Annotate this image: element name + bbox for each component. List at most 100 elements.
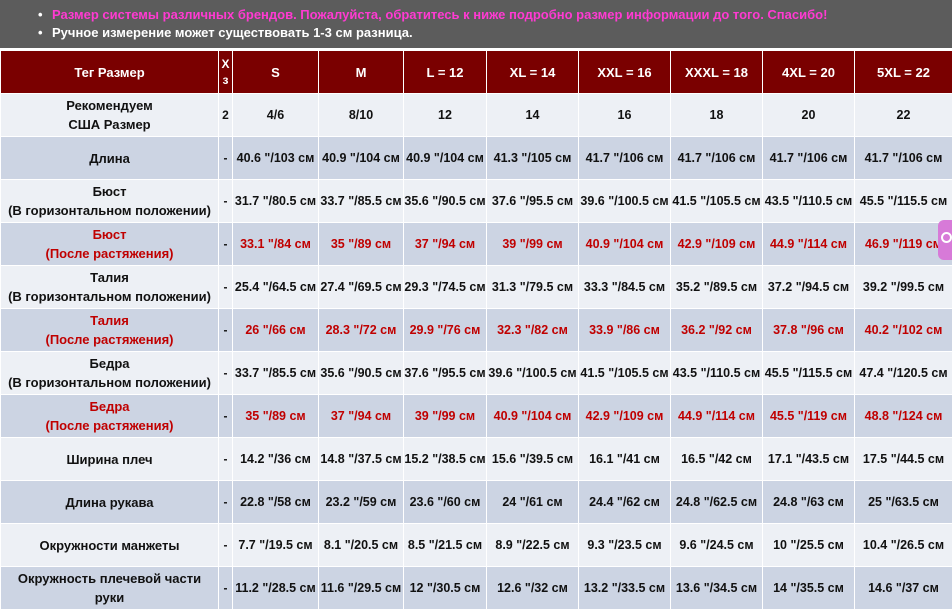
measurement-value: 37.2 "/94.5 см — [763, 266, 855, 309]
measurement-label: Талия(В горизонтальном положении) — [1, 266, 219, 309]
measurement-value: 15.2 "/38.5 см — [404, 438, 487, 481]
measurement-value: 40.9 "/104 см — [487, 395, 579, 438]
measurement-row: Талия(В горизонтальном положении)-25.4 "… — [1, 266, 952, 309]
measurement-label-main: Рекомендуем — [66, 98, 153, 113]
measurement-value: 42.9 "/109 см — [579, 395, 671, 438]
measurement-label: Бедра(В горизонтальном положении) — [1, 352, 219, 395]
measurement-value: 16.1 "/41 см — [579, 438, 671, 481]
measurement-value: 44.9 "/114 см — [763, 223, 855, 266]
xs-size-cell: - — [219, 438, 233, 481]
measurement-label-sub: (После растяжения) — [46, 246, 174, 261]
measurement-value: 8.1 "/20.5 см — [319, 524, 404, 567]
notes-banner: Размер системы различных брендов. Пожалу… — [0, 0, 952, 48]
measurement-value: 37 "/94 см — [319, 395, 404, 438]
xs-size-cell: - — [219, 567, 233, 610]
measurement-value: 33.3 "/84.5 см — [579, 266, 671, 309]
measurement-value: 25.4 "/64.5 см — [233, 266, 319, 309]
xs-size-cell: - — [219, 309, 233, 352]
measurement-value: 14.6 "/37 см — [855, 567, 952, 610]
measurement-label: Бюст(После растяжения) — [1, 223, 219, 266]
measurement-value: 37 "/94 см — [404, 223, 487, 266]
measurement-label: Длина — [1, 137, 219, 180]
measurement-label-main: Окружность плечевой части — [18, 571, 201, 586]
measurement-value: 26 "/66 см — [233, 309, 319, 352]
measurement-value: 8.9 "/22.5 см — [487, 524, 579, 567]
size-header-cell: L = 12 — [404, 51, 487, 94]
brand-size-note: Размер системы различных брендов. Пожалу… — [52, 6, 952, 24]
measurement-value: 16 — [579, 94, 671, 137]
tag-size-header: Тег Размер — [1, 51, 219, 94]
measurement-value: 45.5 "/119 см — [763, 395, 855, 438]
measurement-row: Длина рукава-22.8 "/58 см23.2 "/59 см23.… — [1, 481, 952, 524]
measurement-value: 35 "/89 см — [319, 223, 404, 266]
measurement-row: Длина-40.6 "/103 см40.9 "/104 см40.9 "/1… — [1, 137, 952, 180]
measurement-value: 41.5 "/105.5 см — [671, 180, 763, 223]
measurement-value: 18 — [671, 94, 763, 137]
size-header-cell: M — [319, 51, 404, 94]
measurement-value: 39.6 "/100.5 см — [579, 180, 671, 223]
size-header-cell: XXL = 16 — [579, 51, 671, 94]
measurement-value: 41.7 "/106 см — [671, 137, 763, 180]
measurement-value: 47.4 "/120.5 см — [855, 352, 952, 395]
measurement-value: 16.5 "/42 см — [671, 438, 763, 481]
measurement-label-main: Окружности манжеты — [40, 538, 180, 553]
measurement-value: 15.6 "/39.5 см — [487, 438, 579, 481]
measurement-value: 37.6 "/95.5 см — [404, 352, 487, 395]
measurement-value: 14.2 "/36 см — [233, 438, 319, 481]
measurement-value: 28.3 "/72 см — [319, 309, 404, 352]
measurement-label: Ширина плеч — [1, 438, 219, 481]
measurement-value: 11.2 "/28.5 см — [233, 567, 319, 610]
measurement-value: 41.3 "/105 см — [487, 137, 579, 180]
measurement-value: 20 — [763, 94, 855, 137]
measurement-label-main: Ширина плеч — [66, 452, 152, 467]
measurement-value: 33.1 "/84 см — [233, 223, 319, 266]
measurement-value: 22 — [855, 94, 952, 137]
side-float-tab[interactable] — [938, 220, 952, 260]
measurement-value: 41.7 "/106 см — [579, 137, 671, 180]
measurement-value: 40.2 "/102 см — [855, 309, 952, 352]
measurement-label: Бедра(После растяжения) — [1, 395, 219, 438]
size-header-row: Тег Размер Xз S M L = 12 XL = 14 XXL = 1… — [1, 51, 952, 94]
measurement-value: 36.2 "/92 см — [671, 309, 763, 352]
measurement-row: Окружности манжеты-7.7 "/19.5 см8.1 "/20… — [1, 524, 952, 567]
measurement-value: 29.9 "/76 см — [404, 309, 487, 352]
measurement-value: 8.5 "/21.5 см — [404, 524, 487, 567]
measurement-value: 22.8 "/58 см — [233, 481, 319, 524]
measurement-label-sub: (В горизонтальном положении) — [8, 203, 211, 218]
measurement-value: 29.3 "/74.5 см — [404, 266, 487, 309]
measurement-label-main: Длина рукава — [66, 495, 154, 510]
measurement-value: 41.7 "/106 см — [763, 137, 855, 180]
xs-size-cell: - — [219, 266, 233, 309]
size-chart-table: Тег Размер Xз S M L = 12 XL = 14 XXL = 1… — [0, 50, 952, 610]
measurement-value: 10 "/25.5 см — [763, 524, 855, 567]
measurement-value: 41.7 "/106 см — [855, 137, 952, 180]
measurement-label: Бюст(В горизонтальном положении) — [1, 180, 219, 223]
measurement-label-main: Бедра — [90, 356, 130, 371]
measurement-value: 17.5 "/44.5 см — [855, 438, 952, 481]
measurement-label-sub: (После растяжения) — [46, 332, 174, 347]
measurement-label: Окружности манжеты — [1, 524, 219, 567]
measurement-value: 40.6 "/103 см — [233, 137, 319, 180]
measurement-value: 13.2 "/33.5 см — [579, 567, 671, 610]
measurement-label: Длина рукава — [1, 481, 219, 524]
measurement-value: 14.8 "/37.5 см — [319, 438, 404, 481]
measurement-value: 31.3 "/79.5 см — [487, 266, 579, 309]
measurement-value: 9.6 "/24.5 см — [671, 524, 763, 567]
xs-size-cell: - — [219, 524, 233, 567]
measurement-value: 42.9 "/109 см — [671, 223, 763, 266]
xs-size-cell: - — [219, 137, 233, 180]
size-header-cell: 5XL = 22 — [855, 51, 952, 94]
measurement-value: 4/6 — [233, 94, 319, 137]
measurement-value: 40.9 "/104 см — [404, 137, 487, 180]
measurement-value: 31.7 "/80.5 см — [233, 180, 319, 223]
measurement-value: 48.8 "/124 см — [855, 395, 952, 438]
measurement-value: 40.9 "/104 см — [319, 137, 404, 180]
measurement-value: 14 "/35.5 см — [763, 567, 855, 610]
measurement-value: 24.8 "/62.5 см — [671, 481, 763, 524]
size-header-cell: XL = 14 — [487, 51, 579, 94]
measurement-row: Окружность плечевой частируки-11.2 "/28.… — [1, 567, 952, 610]
measurement-value: 27.4 "/69.5 см — [319, 266, 404, 309]
measurement-value: 24 "/61 см — [487, 481, 579, 524]
measurement-value: 44.9 "/114 см — [671, 395, 763, 438]
measurement-label-main: Талия — [90, 270, 129, 285]
